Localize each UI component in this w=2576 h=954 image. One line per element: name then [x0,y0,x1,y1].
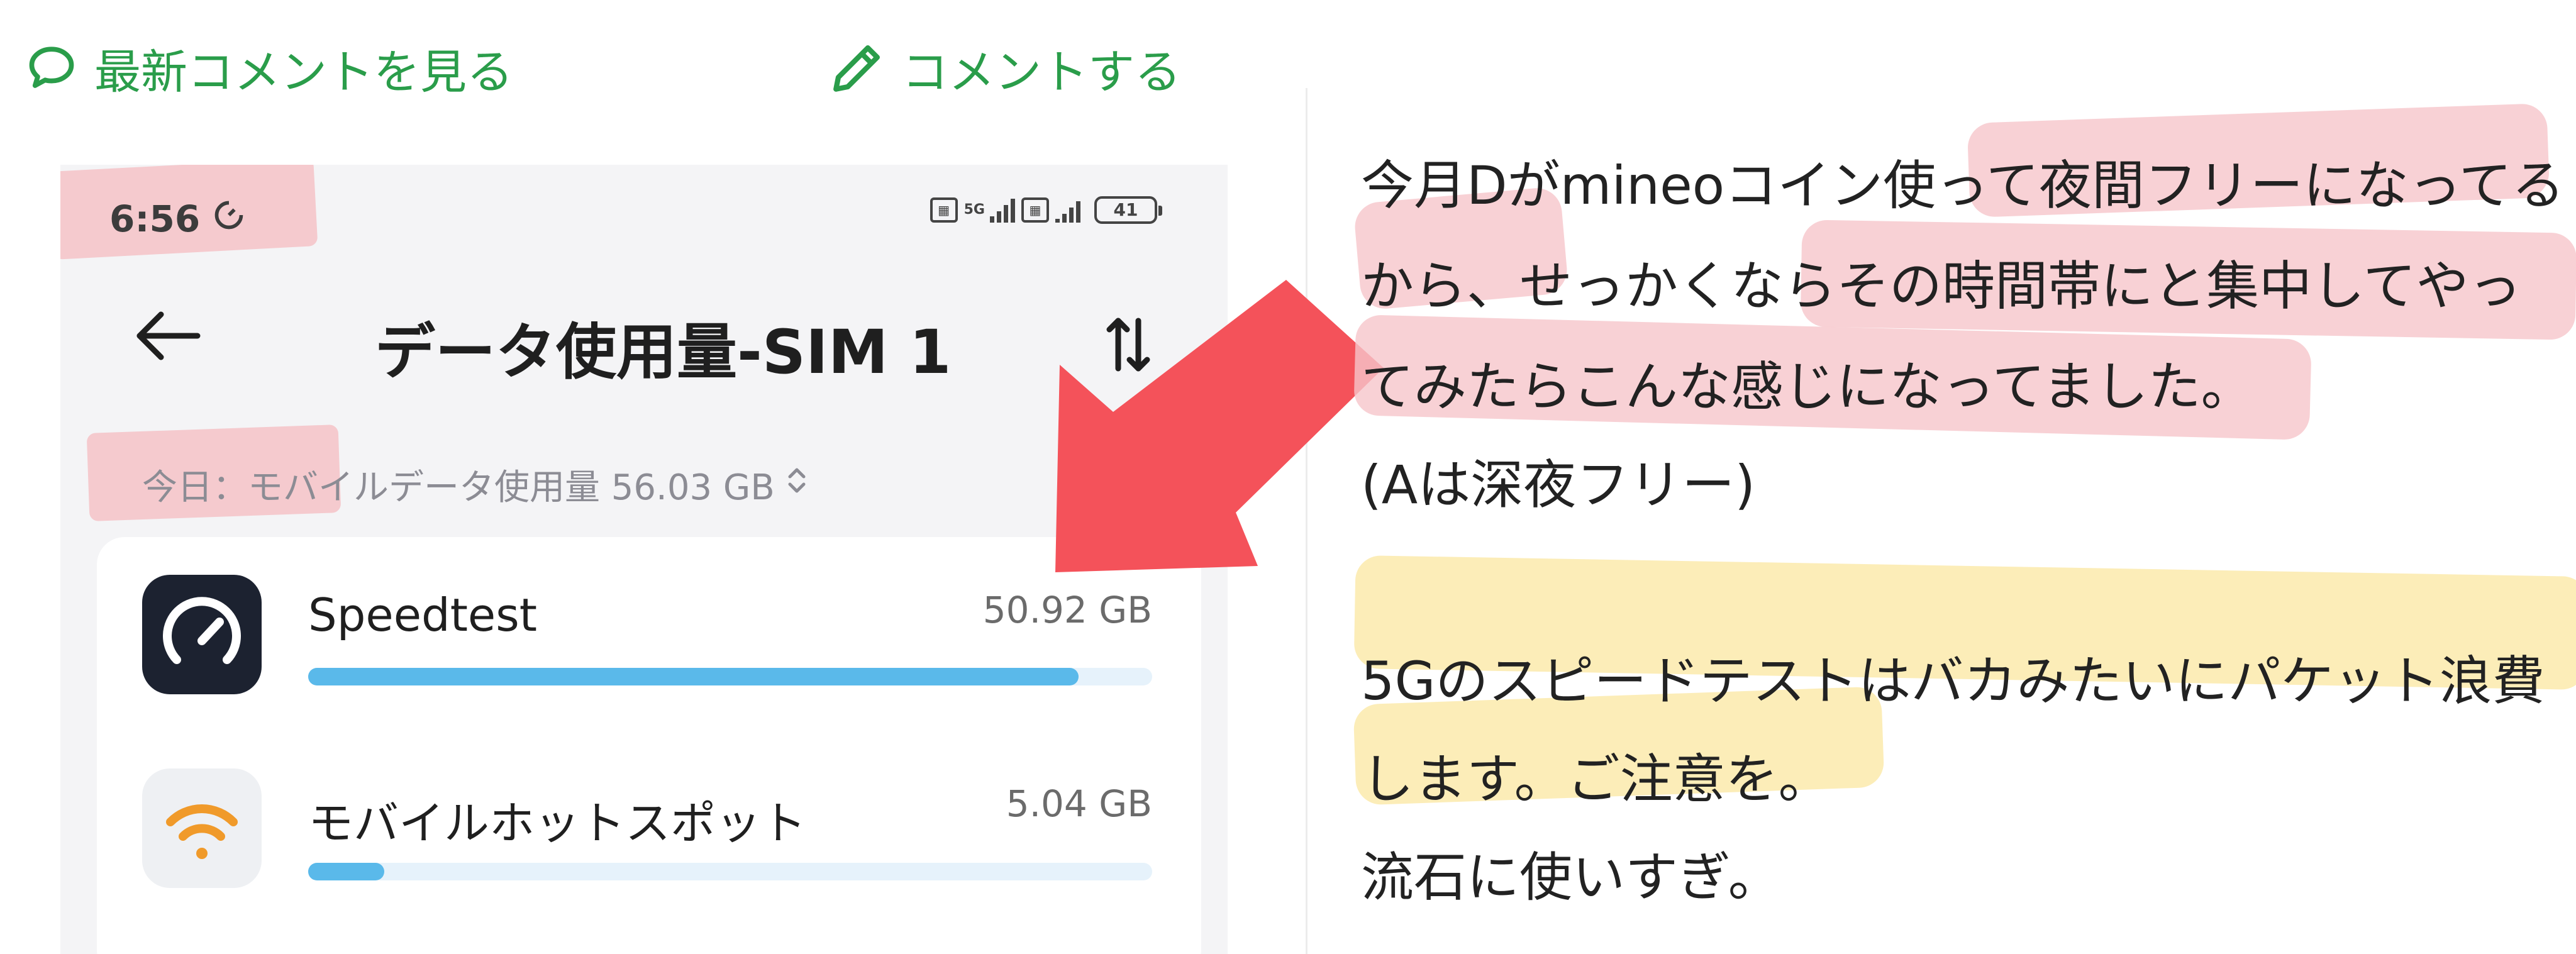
comment-line: てみたらこんな感じになってました。 [1361,356,2254,418]
arrow-shape [1055,280,1384,572]
usage-bar-track [308,668,1152,685]
today-usage-summary[interactable]: 今日：モバイルデータ使用量 56.03 GB [142,459,808,510]
signal-bars-icon [990,197,1015,223]
wifi-hotspot-icon [142,768,262,888]
comment-line: (Aは深夜フリー) [1361,454,1756,516]
comment-body: 今月Dがmineoコイン使って夜間フリーになってる から、せっかくならその時間帯… [1353,0,2576,954]
comment-line: します。ご注意を。 [1361,748,1831,810]
post-comment-label: コメントする [902,45,1181,99]
pencil-icon [829,40,886,96]
status-bar-time: 6:56 [109,197,245,240]
speech-bubble-icon [25,42,78,94]
screen-title: データ使用量-SIM 1 [375,317,952,387]
usage-bar-fill [308,863,384,880]
post-comment-link[interactable]: コメントする [829,30,1181,106]
timer-icon [213,197,245,240]
up-down-chevron-icon [786,464,808,506]
sim2-icon: ▦ [1021,197,1049,223]
comment-line: 今月Dがmineoコイン使って夜間フリーになってる [1361,155,2565,216]
comment-line: から、せっかくならその時間帯にと集中してやっ [1361,255,2522,317]
network-type-label: 5G [963,202,985,218]
view-latest-comments-label: 最新コメントを見る [94,45,513,99]
app-name: Speedtest [308,589,537,641]
comment-line: 流石に使いすぎ。 [1361,846,1781,908]
view-latest-comments-link[interactable]: 最新コメントを見る [25,30,513,106]
usage-bar-fill [308,668,1079,685]
app-name: モバイルホットスポット [308,797,807,850]
signal-bars-2-icon [1055,197,1080,223]
speedometer-icon [142,575,262,694]
app-row-mobile-hotspot[interactable]: モバイルホットスポット 5.04 GB [97,768,1201,945]
usage-bar-track [308,863,1152,880]
battery-icon: 41 [1094,196,1162,224]
app-usage: 5.04 GB [1006,782,1152,825]
comment-line: 5Gのスピードテストはバカみたいにパケット浪費 [1361,650,2545,712]
sim-icon: ▦ [930,197,958,223]
back-arrow-icon[interactable] [131,304,206,367]
status-bar-icons: ▦ 5G ▦ 41 [930,196,1162,224]
